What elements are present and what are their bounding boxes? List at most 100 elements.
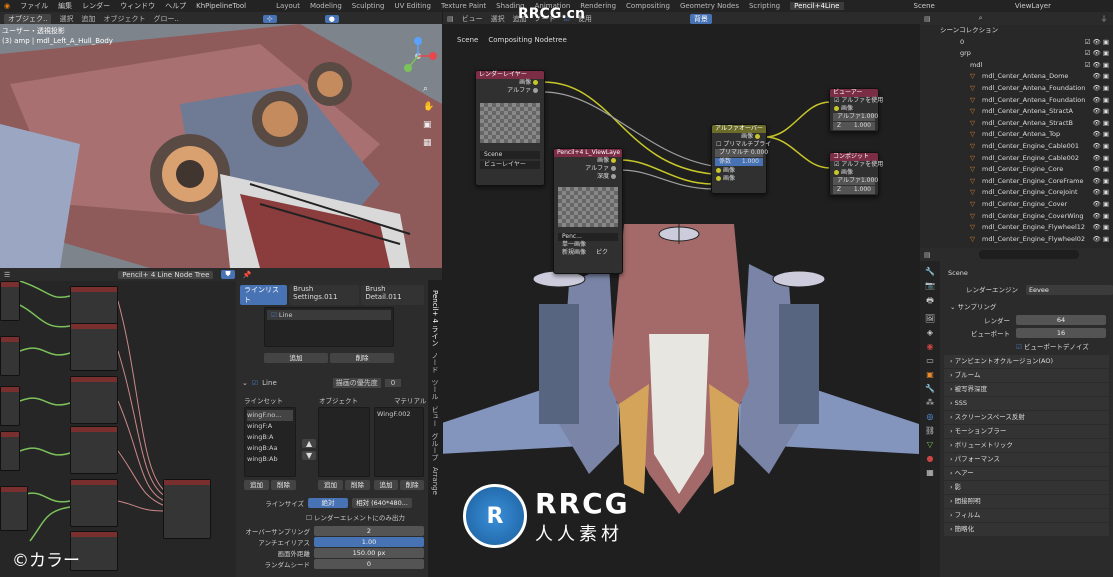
properties-type-icon[interactable]: ▤ — [924, 251, 931, 259]
add-material-button[interactable]: 追加 — [374, 480, 398, 490]
lineset-item[interactable]: wingF:A — [247, 421, 293, 432]
world-icon[interactable]: ◉ — [927, 342, 934, 351]
tab-modeling[interactable]: Modeling — [310, 2, 342, 10]
composite-alpha-field[interactable]: アルファ 1.000 — [833, 177, 878, 185]
outliner-object-row[interactable]: ▽ mdl_Center_Engine_CoverWing 👁 ▣ — [920, 211, 1113, 223]
object-list[interactable] — [318, 407, 370, 477]
eye-icon[interactable]: 👁 ▣ — [1093, 83, 1109, 95]
shading-solid-icon[interactable]: ● — [324, 14, 339, 23]
pencil-new-image[interactable]: 新規画像 — [562, 249, 586, 257]
socket-alpha[interactable] — [533, 88, 538, 93]
composite-z-field[interactable]: Z 1.000 — [833, 186, 875, 194]
outliner-object-row[interactable]: ▽ mdl_Center_Antena_StractB 👁 ▣ — [920, 118, 1113, 130]
eye-icon[interactable]: 👁 ▣ — [1093, 164, 1109, 176]
alpha-over-node[interactable]: アルファオーバー 画像 ☐ プリマルチプライ プリマルチ 0.000 係数 1.0… — [711, 124, 771, 194]
eye-icon[interactable]: ☑ 👁 ▣ — [1085, 37, 1109, 49]
premultiply-option[interactable]: ☐ プリマルチプライ — [712, 141, 771, 149]
outliner-object-row[interactable]: ▽ mdl_Center_Engine_CoreFrame 👁 ▣ — [920, 176, 1113, 188]
physics-icon[interactable]: ◎ — [927, 412, 934, 421]
priority-value[interactable]: 0 — [384, 379, 402, 387]
pencil-renderlayer-node[interactable]: Pencil+4 L_ViewLaye 画像 アルファ 深度 Penc... 単… — [553, 148, 623, 274]
remove-line-button[interactable]: 削除 — [330, 353, 394, 363]
collapse-chevron-icon[interactable]: ⌄ — [242, 379, 248, 387]
node-lineset[interactable] — [70, 479, 118, 527]
3d-viewport[interactable]: ユーザー・透視投影 (3) amp | mdl_Left_A_Hull_Body… — [0, 24, 442, 268]
eye-icon[interactable]: 👁 ▣ — [1093, 129, 1109, 141]
shield-icon[interactable]: ⛊ — [221, 270, 235, 279]
collection-mdl-row[interactable]: mdl ☑ 👁 ▣ — [920, 60, 1113, 72]
scene-field[interactable]: Scene — [480, 151, 540, 159]
line-list-item[interactable]: Line — [279, 311, 293, 319]
eye-icon[interactable]: 👁 ▣ — [1093, 234, 1109, 246]
outliner-object-row[interactable]: ▽ mdl_Center_Engine_Cable002 👁 ▣ — [920, 153, 1113, 165]
constraints-icon[interactable]: ⛓ — [925, 426, 935, 435]
node-brush[interactable] — [0, 281, 20, 321]
eye-icon[interactable]: 👁 ▣ — [1093, 141, 1109, 153]
socket-in-image[interactable] — [834, 106, 839, 111]
render-element-checkbox[interactable]: ☐ — [306, 514, 312, 522]
move-down-icon[interactable]: ▼ — [302, 451, 317, 460]
line-checkbox[interactable]: ☑ — [271, 311, 277, 319]
tab-uv-editing[interactable]: UV Editing — [394, 2, 431, 10]
eye-icon[interactable]: 👁 ▣ — [1093, 222, 1109, 234]
tab-scripting[interactable]: Scripting — [749, 2, 780, 10]
backdrop-button[interactable]: 背景 — [689, 13, 712, 24]
compositor-menu-select[interactable]: 選択 — [491, 14, 505, 24]
node-brush[interactable] — [0, 431, 20, 471]
tab-arrange[interactable]: Arrange — [431, 467, 439, 495]
node-brush[interactable] — [0, 386, 20, 426]
eye-icon[interactable]: 👁 ▣ — [1093, 211, 1109, 223]
outliner-object-row[interactable]: ▽ mdl_Center_Antena_Top 👁 ▣ — [920, 129, 1113, 141]
node-line[interactable] — [163, 479, 211, 539]
eye-icon[interactable]: ☑ 👁 ▣ — [1085, 48, 1109, 60]
menu-help[interactable]: ヘルプ — [165, 1, 186, 11]
composite-node[interactable]: コンポジット ☑ アルファを使用 画像 アルファ 1.000 Z 1.000 — [829, 152, 883, 196]
outliner-search-icon[interactable]: ⌕ — [979, 14, 983, 23]
scene-selector[interactable]: Scene — [914, 2, 935, 10]
texture-icon[interactable]: ▦ — [926, 468, 934, 477]
viewport-samples-field[interactable]: 16 — [1016, 328, 1106, 338]
add-lineset-button[interactable]: 追加 — [244, 480, 269, 490]
pencil-node-tree-canvas[interactable] — [0, 281, 236, 577]
outliner-object-row[interactable]: ▽ mdl_Center_Engine_Core 👁 ▣ — [920, 164, 1113, 176]
menu-lines-icon[interactable]: ☰ — [4, 271, 10, 279]
editor-type-icon[interactable]: ▤ — [447, 15, 454, 23]
node-lineset[interactable] — [70, 323, 118, 371]
node-lineset[interactable] — [70, 426, 118, 474]
socket-alpha[interactable] — [611, 166, 616, 171]
camera-icon[interactable]: ▣ — [423, 120, 434, 130]
modifier-icon[interactable]: 🔧 — [925, 384, 935, 393]
render-section-header[interactable]: › 間接照明 — [944, 495, 1109, 508]
move-up-icon[interactable]: ▲ — [302, 439, 317, 448]
properties-search-field[interactable] — [978, 250, 1079, 259]
object-icon[interactable]: ▣ — [926, 370, 934, 379]
view-layer-icon[interactable]: 🖼 — [925, 314, 935, 323]
eye-icon[interactable]: 👁 ▣ — [1093, 71, 1109, 83]
eye-icon[interactable]: 👁 ▣ — [1093, 95, 1109, 107]
render-section-header[interactable]: › ブルーム — [944, 369, 1109, 382]
compositor-menu-view[interactable]: ビュー — [462, 14, 483, 24]
factor-field[interactable]: 係数 1.000 — [715, 158, 763, 166]
remove-material-button[interactable]: 削除 — [400, 480, 424, 490]
node-brush[interactable] — [0, 486, 28, 531]
lineset-list[interactable]: wingF.no... wingF:A wingB:A wingB:Aa win… — [244, 407, 296, 477]
socket-image[interactable] — [611, 158, 616, 163]
pencil-source-field[interactable]: 単一画像 — [558, 241, 618, 249]
lineset-item[interactable]: wingF.no... — [247, 410, 293, 421]
eye-icon[interactable]: 👁 ▣ — [1093, 187, 1109, 199]
render-section-header[interactable]: › フィルム — [944, 509, 1109, 522]
tab-sculpting[interactable]: Sculpting — [352, 2, 385, 10]
render-section-header[interactable]: › スクリーンスペース反射 — [944, 411, 1109, 424]
outliner-object-row[interactable]: ▽ mdl_Center_Engine_CoreJoint 👁 ▣ — [920, 187, 1113, 199]
pin-icon[interactable]: 📌 — [243, 271, 252, 279]
render-section-header[interactable]: › ボリューメトリック — [944, 439, 1109, 452]
viewer-node[interactable]: ビューアー ☑ アルファを使用 画像 アルファ 1.000 Z 1.000 — [829, 88, 883, 132]
tab-pencil4-line[interactable]: Pencil+ 4 ライン — [430, 290, 440, 346]
data-icon[interactable]: ▽ — [927, 440, 933, 449]
remove-object-button[interactable]: 削除 — [345, 480, 370, 490]
eye-icon[interactable]: 👁 ▣ — [1093, 199, 1109, 211]
tab-texture-paint[interactable]: Texture Paint — [441, 2, 486, 10]
add-object-button[interactable]: 追加 — [318, 480, 343, 490]
material-item[interactable]: WingF.002 — [377, 410, 421, 418]
eye-icon[interactable]: 👁 ▣ — [1093, 176, 1109, 188]
